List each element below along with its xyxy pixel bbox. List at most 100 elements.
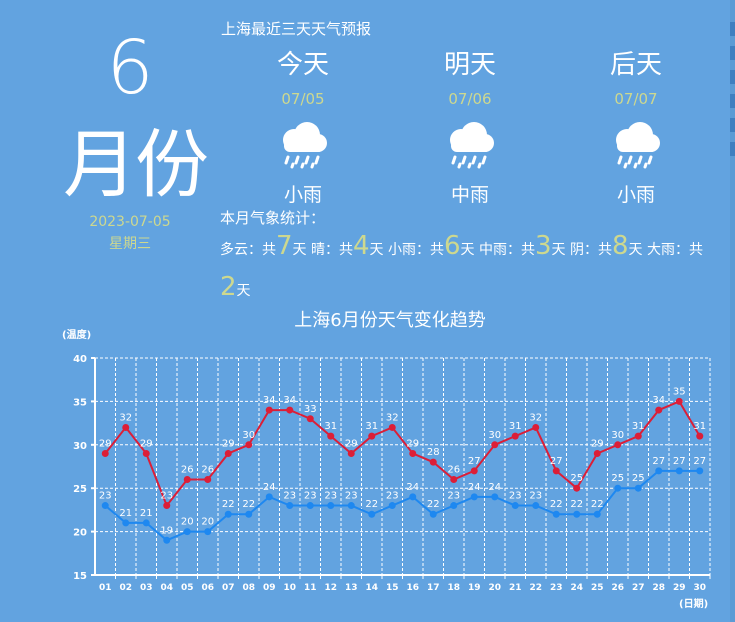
data-point: [614, 441, 622, 449]
data-point: [265, 493, 273, 501]
y-axis-label: (温度): [62, 328, 91, 341]
data-label: 22: [591, 499, 604, 510]
data-label: 29: [99, 438, 112, 449]
data-point: [491, 493, 499, 501]
data-label: 31: [509, 421, 522, 432]
data-point: [614, 484, 622, 492]
data-label: 23: [99, 491, 112, 502]
data-point: [655, 406, 663, 414]
data-label: 27: [652, 456, 665, 467]
x-axis-label: (日期): [679, 597, 708, 610]
data-point: [655, 467, 663, 475]
data-point: [101, 502, 109, 510]
x-tick-label: 06: [201, 583, 214, 593]
x-tick-label: 16: [406, 583, 419, 593]
data-point: [347, 502, 355, 510]
data-point: [675, 467, 683, 475]
data-point: [265, 406, 273, 414]
data-label: 20: [181, 517, 194, 528]
x-tick-label: 30: [693, 583, 706, 593]
data-point: [532, 423, 540, 431]
data-point: [122, 423, 130, 431]
y-tick-label: 40: [73, 354, 87, 365]
x-tick-label: 13: [345, 583, 358, 593]
data-point: [347, 449, 355, 457]
x-tick-label: 08: [242, 583, 255, 593]
data-label: 32: [119, 412, 132, 423]
data-point: [634, 484, 642, 492]
data-label: 31: [693, 421, 706, 432]
y-tick-label: 30: [73, 441, 87, 452]
x-tick-label: 14: [365, 583, 378, 593]
x-tick-label: 21: [509, 583, 522, 593]
data-point: [696, 467, 704, 475]
data-label: 31: [632, 421, 645, 432]
data-label: 31: [324, 421, 337, 432]
data-point: [429, 458, 437, 466]
x-tick-label: 24: [570, 583, 583, 593]
data-point: [101, 449, 109, 457]
data-point: [368, 510, 376, 518]
x-tick-label: 15: [386, 583, 399, 593]
data-point: [511, 432, 519, 440]
x-tick-label: 01: [99, 583, 112, 593]
data-label: 24: [406, 482, 419, 493]
x-tick-label: 09: [263, 583, 276, 593]
data-label: 27: [693, 456, 706, 467]
data-label: 23: [529, 491, 542, 502]
data-label: 27: [468, 456, 481, 467]
data-label: 33: [304, 404, 317, 415]
data-point: [429, 510, 437, 518]
data-label: 23: [160, 491, 173, 502]
data-point: [388, 502, 396, 510]
data-point: [224, 449, 232, 457]
data-point: [245, 441, 253, 449]
data-label: 35: [673, 386, 686, 397]
data-point: [593, 510, 601, 518]
data-label: 22: [550, 499, 563, 510]
x-tick-label: 10: [283, 583, 296, 593]
data-point: [552, 467, 560, 475]
x-tick-label: 18: [447, 583, 460, 593]
data-label: 30: [488, 430, 501, 441]
x-tick-label: 29: [673, 583, 686, 593]
data-label: 24: [488, 482, 501, 493]
data-label: 22: [427, 499, 440, 510]
data-label: 27: [550, 456, 563, 467]
data-point: [409, 493, 417, 501]
data-point: [511, 502, 519, 510]
y-tick-label: 20: [73, 528, 87, 539]
data-label: 29: [140, 438, 153, 449]
data-point: [470, 467, 478, 475]
data-label: 23: [324, 491, 337, 502]
data-label: 26: [447, 465, 460, 476]
data-point: [204, 528, 212, 536]
data-point: [183, 476, 191, 484]
x-tick-label: 27: [632, 583, 645, 593]
data-point: [163, 536, 171, 544]
data-label: 30: [611, 430, 624, 441]
x-tick-label: 26: [611, 583, 624, 593]
data-label: 24: [263, 482, 276, 493]
data-point: [696, 432, 704, 440]
x-tick-label: 03: [140, 583, 153, 593]
y-tick-label: 35: [73, 397, 87, 408]
data-label: 19: [160, 525, 173, 536]
data-point: [450, 502, 458, 510]
data-label: 25: [611, 473, 624, 484]
data-point: [675, 397, 683, 405]
data-label: 31: [365, 421, 378, 432]
x-tick-label: 28: [652, 583, 665, 593]
data-label: 27: [673, 456, 686, 467]
data-label: 22: [365, 499, 378, 510]
data-point: [573, 484, 581, 492]
x-tick-label: 22: [529, 583, 542, 593]
data-point: [409, 449, 417, 457]
temperature-chart: 15 20 25 30 35 40 01 02 03 04 05 06 07 08 09 10 11 12 13 14…: [62, 328, 711, 610]
data-label: 23: [304, 491, 317, 502]
data-label: 21: [119, 508, 132, 519]
data-label: 23: [283, 491, 296, 502]
x-tick-label: 19: [468, 583, 481, 593]
x-tick-label: 05: [181, 583, 194, 593]
y-tick-label: 15: [73, 571, 87, 582]
